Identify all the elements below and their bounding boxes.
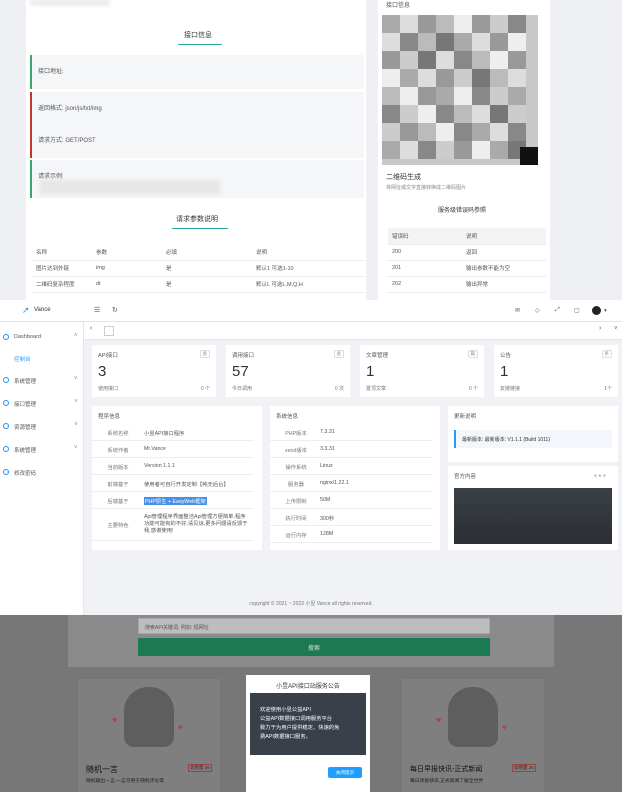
announcement-modal: 小昱API接口站服务公告 欢迎使用小昱公益API 公益API数据接口调用服务平台… — [246, 675, 370, 792]
chevron-right-icon[interactable]: › — [599, 325, 601, 332]
program-info-card: 程序信息 系统名称 小昱API接口程序 系统作者 Mr.Vance 当前版本 Vers… — [92, 406, 262, 550]
close-notice-button[interactable]: 关闭提示 — [328, 767, 362, 778]
api-card-news[interactable]: ♥ ♥ 每日早报快讯-正式新闻 调用量 26 每日早报快讯,正式新闻了解全世界 — [402, 679, 544, 792]
anime-girl-illustration — [448, 687, 498, 747]
stat-card-notices: 公告条 1 友链链接 1个 — [494, 345, 618, 397]
api-card-yiyan[interactable]: ♥ ♥ 随机一言 调用量 26 随机输出一言,一言可用于随机评论等 — [78, 679, 220, 792]
sidebar-item-resources[interactable]: 资源管理 ˅ — [0, 415, 84, 437]
stat-card-api: API接口总 3 使用接口 0 个 — [92, 345, 216, 397]
chevron-down-icon[interactable]: ▾ — [604, 308, 607, 314]
call-count-badge: 调用量 26 — [188, 764, 212, 772]
official-content-card: 官方内容 ● ● ● — [448, 466, 618, 550]
table-header-row: 错误码 说明 — [388, 228, 546, 245]
rocket-icon: ➚ — [22, 305, 30, 315]
heart-icon: ♥ — [436, 715, 442, 725]
section-title-api-info: 接口信息 — [184, 32, 212, 39]
qr-code-image — [382, 15, 538, 165]
stat-card-calls: 调用接口总 57 今日调用 0 次 — [226, 345, 350, 397]
table-row: 200 返回 — [388, 244, 546, 261]
tab-home[interactable] — [104, 326, 114, 336]
resource-icon — [3, 423, 9, 429]
modal-body: 欢迎使用小昱公益API 公益API数据接口调用服务平台 致力于为用户提供稳定、快… — [250, 693, 366, 755]
redacted-url — [40, 180, 220, 194]
qr-title: 二维码生成 — [386, 174, 421, 181]
anime-girl-illustration — [124, 687, 174, 747]
side-header: 接口信息 — [386, 3, 411, 9]
heart-icon: ♥ — [112, 715, 118, 725]
modal-title: 小昱API接口站服务公告 — [276, 684, 340, 690]
section-title-params: 请求参数说明 — [176, 216, 218, 223]
sidebar-subitem-console[interactable]: 控制台 — [0, 347, 84, 369]
error-code-table: 错误码 说明 200 返回 201 输出参数不能为空 202 输出异常 — [388, 228, 546, 293]
sidebar-item-system[interactable]: 系统管理 ˅ — [0, 369, 84, 391]
params-table: 名称 参数 必填 说明 图片达到外链 img 是默认1 可选1-10 二维码复杂程度 dt 是… — [32, 244, 364, 293]
admin-dashboard-screenshot: ➚ Vance ☰ ↻ ✉ ◇ ⤢ ▢ ▾ Dashboard ˄ 控制台 系统管… — [0, 300, 622, 615]
api-url-row: 接口地址: — [30, 55, 364, 89]
api-doc-screenshot: 接口信息 接口地址: 返回格式: json/js/txt/img 请求方式: G… — [0, 0, 622, 300]
breadcrumb — [30, 0, 110, 5]
chevron-down-icon: ˅ — [74, 399, 78, 405]
sidebar-item-api[interactable]: 接口管理 ˅ — [0, 392, 84, 414]
update-notes-card: 更新说明 最新版本: 最新版本: V1.1.1 (Build 1011) — [448, 406, 618, 462]
carousel-dots[interactable]: ● ● ● — [594, 473, 606, 479]
table-row: 图片达到外链 img 是默认1 可选1-10 — [32, 260, 364, 277]
heart-icon: ♥ — [502, 723, 507, 732]
api-card-title: 随机一言 — [86, 765, 118, 774]
chevron-down-icon: ˅ — [74, 376, 78, 382]
sidebar-item-password[interactable]: 修改密码 — [0, 461, 84, 483]
sidebar-item-dashboard[interactable]: Dashboard ˄ — [0, 326, 84, 348]
section-underline — [172, 228, 228, 229]
tab-bar: ‹ › ˅ — [84, 322, 622, 340]
chevron-up-icon: ˄ — [74, 333, 78, 339]
avatar[interactable] — [592, 306, 601, 315]
call-count-badge: 调用量 26 — [512, 764, 536, 772]
tag-icon[interactable]: ◇ — [535, 307, 540, 314]
admin-sidebar: Dashboard ˄ 控制台 系统管理 ˅ 接口管理 ˅ 资源管理 ˅ 系统管理 ˅ 修… — [0, 322, 84, 615]
table-row: 202 输出异常 — [388, 276, 546, 293]
qr-description: 将网址或文字直接转换成二维码图片 — [386, 185, 467, 191]
sidebar-item-settings[interactable]: 系统管理 ˅ — [0, 438, 84, 460]
copyright-footer: copyright © 2021 ~ 2023 小昱 Vance all rig… — [249, 601, 373, 607]
system-icon — [3, 377, 9, 383]
table-header-row: 名称 参数 必填 说明 — [32, 244, 364, 261]
api-home-screenshot: 搜索API关键词, 例如: 短网址 搜索 ♥ ♥ 随机一言 调用量 26 随机输… — [0, 615, 622, 792]
update-notice: 最新版本: 最新版本: V1.1.1 (Build 1011) — [454, 430, 612, 448]
brand-name: Vance — [34, 307, 51, 313]
stat-card-articles: 文章管理篇 1 置顶文章 0 个 — [360, 345, 484, 397]
chevron-down-icon[interactable]: ˅ — [614, 326, 618, 332]
error-code-title: 服务级错误码参照 — [438, 208, 487, 214]
admin-topbar: ➚ Vance ☰ ↻ ✉ ◇ ⤢ ▢ ▾ — [0, 300, 622, 322]
api-card-desc: 随机输出一言,一言可用于随机评论等 — [86, 779, 165, 784]
settings-icon — [3, 446, 9, 452]
system-info-card: 系统信息 PHP版本 7.3.31 zend版本 3.3.31 操作系统 Linux … — [270, 406, 440, 550]
heart-icon: ♥ — [178, 723, 183, 732]
menu-toggle-icon[interactable]: ☰ — [94, 306, 100, 314]
table-row: 二维码复杂程度 dt 是默认L 可选L,M,Q,H — [32, 276, 364, 293]
search-button[interactable]: 搜索 — [138, 638, 490, 656]
search-input[interactable]: 搜索API关键词, 例如: 短网址 — [138, 618, 490, 634]
return-format-row: 返回格式: json/js/txt/img — [30, 92, 364, 126]
key-icon — [3, 469, 9, 475]
dashboard-icon — [3, 334, 9, 340]
api-card-title: 每日早报快讯-正式新闻 — [410, 766, 483, 773]
api-card-desc: 每日早报快讯,正式新闻了解全世界 — [410, 779, 484, 784]
chevron-down-icon: ˅ — [74, 422, 78, 428]
chevron-down-icon: ˅ — [74, 445, 78, 451]
fullscreen-icon[interactable]: ⤢ — [555, 307, 560, 314]
section-underline — [178, 44, 222, 45]
official-banner-image[interactable] — [454, 488, 612, 544]
refresh-icon[interactable]: ↻ — [112, 306, 118, 314]
chevron-left-icon[interactable]: ‹ — [90, 325, 92, 332]
message-icon[interactable]: ✉ — [515, 307, 520, 314]
table-row: 201 输出参数不能为空 — [388, 260, 546, 277]
api-icon — [3, 400, 9, 406]
lock-icon[interactable]: ▢ — [574, 307, 580, 314]
request-method-row: 请求方式: GET/POST — [30, 124, 364, 158]
